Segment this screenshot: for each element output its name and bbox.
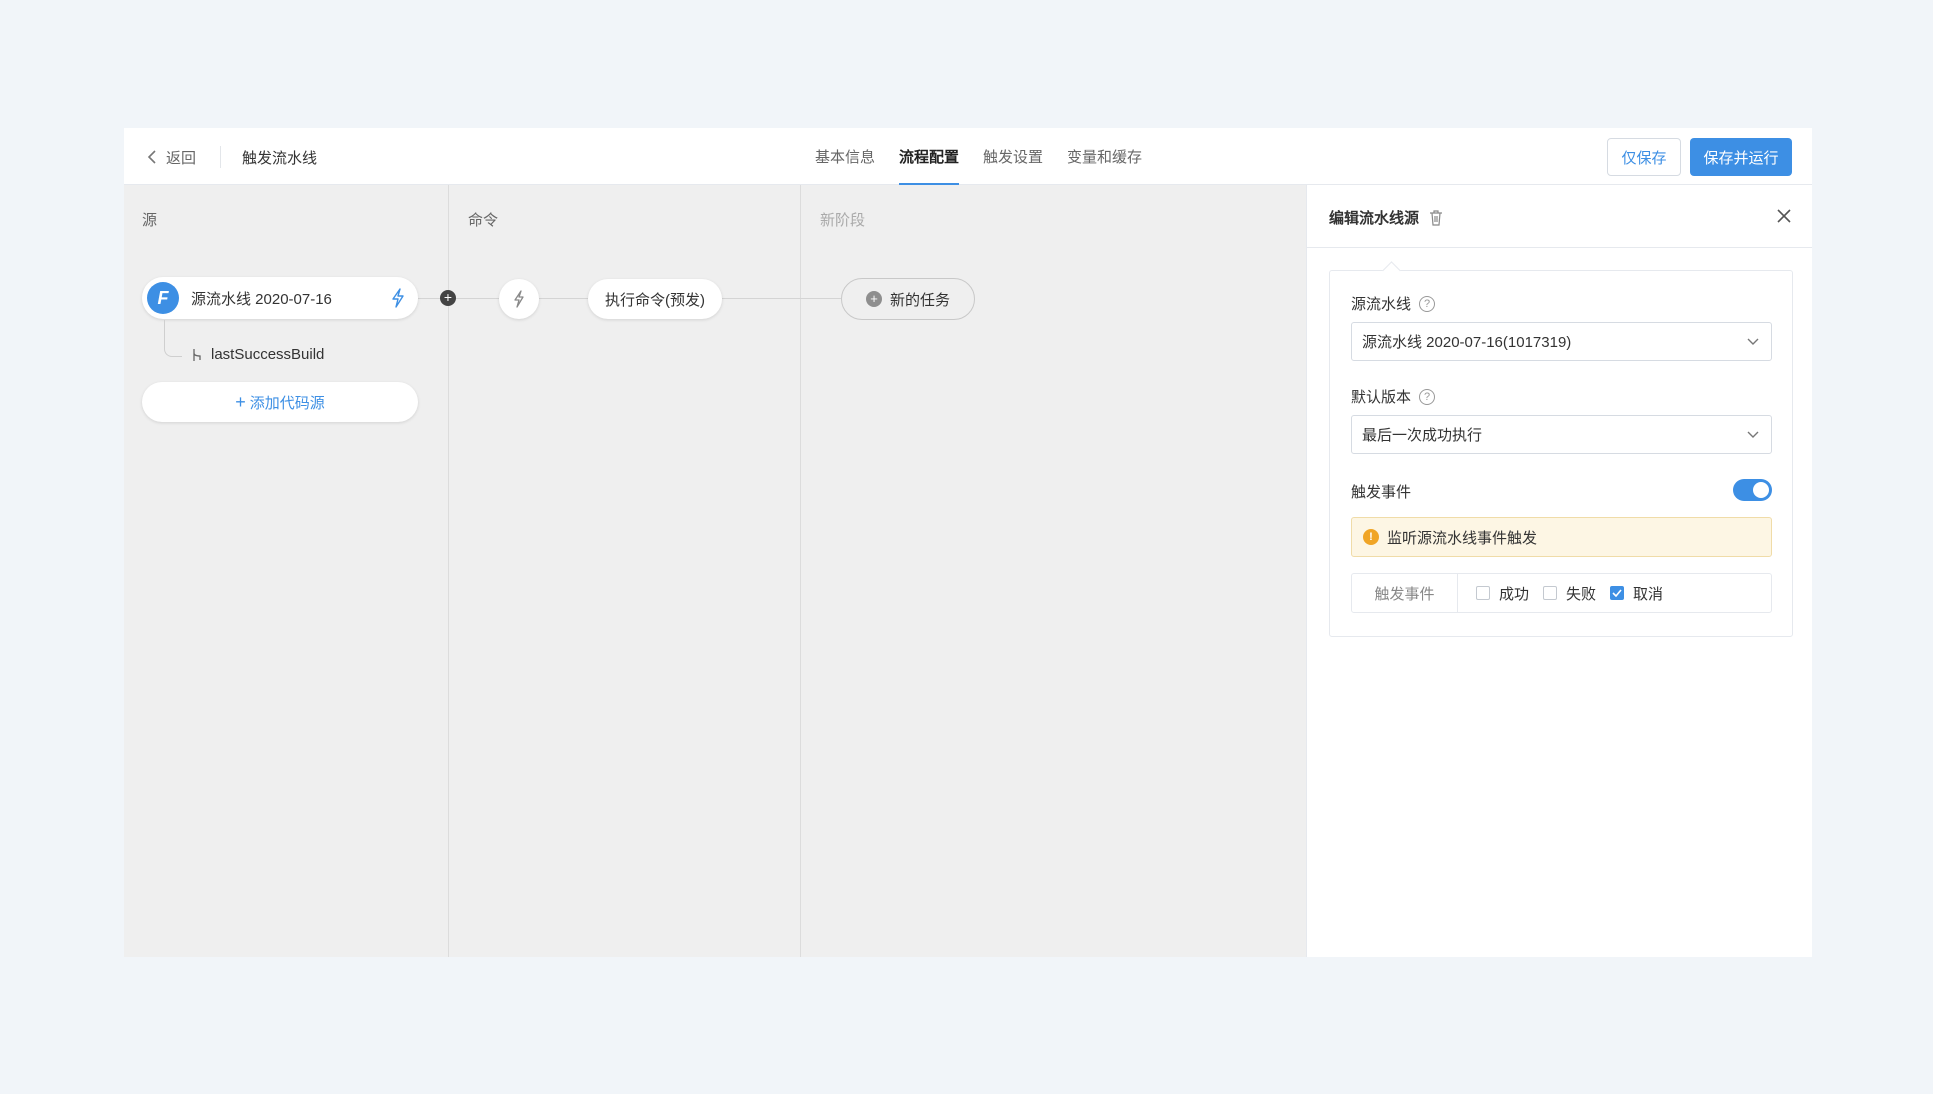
column-title-command: 命令 — [468, 212, 499, 229]
chevron-down-icon — [1747, 431, 1759, 438]
panel-title: 编辑流水线源 — [1329, 207, 1443, 228]
close-icon[interactable] — [1776, 208, 1792, 224]
edit-source-panel: 编辑流水线源 源流水线 ? 源流水线 2020-07-16(1017319) 默… — [1306, 185, 1812, 957]
trash-icon[interactable] — [1429, 209, 1443, 226]
panel-header: 编辑流水线源 — [1307, 185, 1812, 248]
source-form: 源流水线 ? 源流水线 2020-07-16(1017319) 默认版本 ? 最… — [1329, 270, 1793, 637]
add-code-source-button[interactable]: + 添加代码源 — [142, 382, 418, 422]
lightning-icon — [514, 290, 524, 308]
back-button[interactable]: 返回 — [146, 146, 196, 168]
tab-trigger-settings[interactable]: 触发设置 — [971, 128, 1055, 185]
add-code-source-label: 添加代码源 — [249, 394, 325, 412]
header-divider — [220, 146, 221, 168]
source-pipeline-value: 源流水线 2020-07-16(1017319) — [1362, 334, 1572, 351]
save-button[interactable]: 仅保存 — [1607, 138, 1681, 176]
save-and-run-button[interactable]: 保存并运行 — [1690, 138, 1792, 176]
source-branch: lastSuccessBuild — [191, 346, 324, 363]
checkbox-label: 取消 — [1633, 585, 1664, 603]
pipeline-canvas: 源 命令 新阶段 F 源流水线 2020-07-16 lastSuccessBu… — [124, 185, 1306, 957]
back-label: 返回 — [166, 149, 197, 167]
source-card[interactable]: F 源流水线 2020-07-16 — [142, 277, 418, 319]
connector-line — [722, 298, 841, 299]
add-stage-icon[interactable]: + — [440, 290, 456, 306]
new-task-button[interactable]: + 新的任务 — [841, 278, 975, 320]
help-icon[interactable]: ? — [1419, 295, 1436, 312]
default-version-select[interactable]: 最后一次成功执行 — [1351, 415, 1772, 454]
connector-line — [418, 298, 440, 299]
page-title: 触发流水线 — [242, 150, 318, 167]
chevron-left-icon — [147, 150, 156, 164]
lightning-icon[interactable] — [390, 288, 406, 308]
tab-variables-cache[interactable]: 变量和缓存 — [1055, 128, 1154, 185]
tree-connector — [164, 320, 182, 357]
tab-flow-config[interactable]: 流程配置 — [887, 128, 971, 186]
trigger-event-toggle[interactable] — [1733, 479, 1772, 501]
source-pipeline-label-text: 源流水线 — [1351, 296, 1412, 313]
events-row-label: 触发事件 — [1352, 574, 1458, 612]
default-version-label: 默认版本 ? — [1351, 386, 1436, 407]
tab-basic-info[interactable]: 基本信息 — [803, 128, 887, 185]
checkbox-box[interactable] — [1543, 586, 1558, 600]
column-title-new-stage: 新阶段 — [820, 212, 866, 229]
event-checkbox-group: 成功 失败 取消 — [1476, 583, 1667, 604]
connector-line — [539, 298, 588, 299]
plus-icon: + — [235, 391, 246, 412]
task-node[interactable]: 执行命令(预发) — [588, 279, 722, 319]
app-window: 返回 触发流水线 基本信息 流程配置 触发设置 变量和缓存 仅保存 保存并运行 … — [124, 128, 1812, 957]
trigger-event-label: 触发事件 — [1351, 484, 1412, 501]
warning-icon: ! — [1363, 529, 1379, 545]
new-task-label: 新的任务 — [889, 291, 950, 309]
checkbox-failure[interactable]: 失败 — [1543, 583, 1596, 604]
source-logo: F — [147, 282, 179, 314]
tab-bar: 基本信息 流程配置 触发设置 变量和缓存 — [803, 128, 1154, 186]
checkbox-success[interactable]: 成功 — [1476, 583, 1529, 604]
checkbox-box[interactable] — [1476, 586, 1490, 600]
plus-circle-icon: + — [865, 291, 882, 307]
checkbox-box-checked[interactable] — [1610, 586, 1625, 600]
notice-text: 监听源流水线事件触发 — [1387, 529, 1538, 547]
notice-banner: ! 监听源流水线事件触发 — [1351, 517, 1772, 557]
stage-trigger-button[interactable] — [499, 279, 539, 319]
branch-label: lastSuccessBuild — [211, 346, 325, 363]
default-version-value: 最后一次成功执行 — [1362, 427, 1483, 444]
connector-line — [456, 298, 499, 299]
trigger-events-row: 触发事件 成功 失败 取消 — [1351, 573, 1772, 613]
column-divider — [800, 185, 801, 957]
source-name: 源流水线 2020-07-16 — [191, 290, 332, 308]
chevron-down-icon — [1747, 338, 1759, 345]
source-pipeline-select[interactable]: 源流水线 2020-07-16(1017319) — [1351, 322, 1772, 361]
help-icon[interactable]: ? — [1419, 388, 1436, 405]
source-pipeline-label: 源流水线 ? — [1351, 293, 1436, 314]
check-icon — [1612, 589, 1622, 597]
checkbox-label: 失败 — [1566, 585, 1597, 603]
branch-icon — [193, 348, 201, 361]
checkbox-cancel[interactable]: 取消 — [1610, 583, 1663, 604]
column-title-source: 源 — [142, 212, 158, 229]
panel-title-text: 编辑流水线源 — [1329, 210, 1420, 227]
default-version-label-text: 默认版本 — [1351, 389, 1412, 406]
top-bar: 返回 触发流水线 基本信息 流程配置 触发设置 变量和缓存 仅保存 保存并运行 — [124, 128, 1812, 186]
checkbox-label: 成功 — [1499, 585, 1530, 603]
